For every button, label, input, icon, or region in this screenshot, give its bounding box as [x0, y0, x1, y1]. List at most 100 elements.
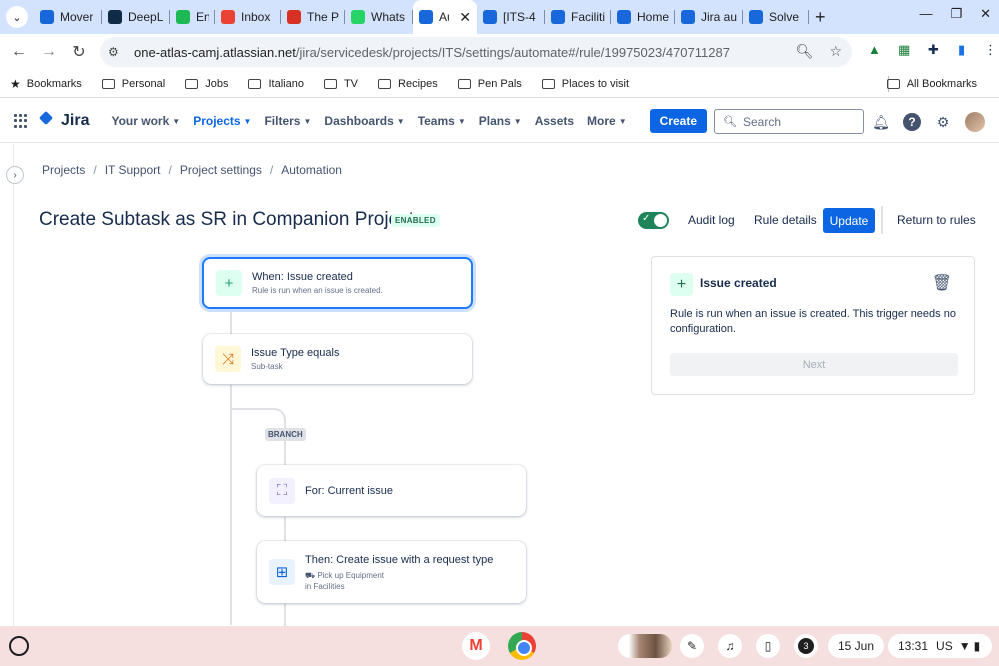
jira-logo[interactable]: Jira [39, 112, 89, 130]
tab-label: Home [637, 10, 669, 24]
search-input[interactable]: 🔍︎ Search [714, 109, 864, 134]
delete-trash-icon[interactable]: 🗑 [932, 273, 952, 293]
trigger-card[interactable]: + When: Issue created Rule is run when a… [202, 257, 473, 309]
reload-icon[interactable]: ↻ [64, 42, 94, 62]
nav-item-dashboards[interactable]: Dashboards ▼ [324, 114, 404, 128]
browser-tab[interactable]: Home [611, 0, 675, 34]
notification-count[interactable]: 3 [794, 634, 818, 658]
bookmark-label: Personal [121, 77, 166, 90]
rule-enabled-toggle[interactable]: ✓ [638, 212, 669, 229]
bookmark-item[interactable]: Pen Pals [457, 78, 522, 90]
tab-search-chevron-icon[interactable]: ⌄ [6, 6, 28, 28]
breadcrumb-automation[interactable]: Automation [281, 163, 342, 177]
help-icon[interactable]: ? [903, 113, 921, 131]
site-info-icon[interactable]: ⚙ [108, 45, 128, 59]
date-display[interactable]: 15 Jun [828, 634, 885, 658]
browser-tab[interactable]: DeepL [102, 0, 170, 34]
app-switcher-grid-icon[interactable] [14, 114, 28, 128]
bookmark-star-icon[interactable]: ☆ [829, 43, 842, 60]
tab-label: Mover [60, 10, 94, 24]
breadcrumb-it-support[interactable]: IT Support [105, 163, 161, 177]
phone-hub-icon[interactable]: ▯ [756, 634, 780, 658]
update-button[interactable]: Update [823, 208, 875, 233]
breadcrumb-project-settings[interactable]: Project settings [180, 163, 262, 177]
all-bookmarks[interactable]: All Bookmarks [886, 78, 977, 90]
nav-item-your-work[interactable]: Your work ▼ [111, 114, 180, 128]
action-card[interactable]: ⊞ Then: Create issue with a request type… [257, 541, 526, 603]
back-arrow-icon[interactable]: ← [4, 43, 34, 61]
branch-card[interactable]: ⛶ For: Current issue [257, 465, 526, 516]
browser-tab[interactable]: Au ✕ [413, 0, 477, 34]
forward-arrow-icon[interactable]: → [34, 43, 64, 61]
notifications-bell-icon[interactable]: 🔔︎ [872, 113, 890, 131]
create-button[interactable]: Create [649, 109, 707, 133]
nav-item-assets[interactable]: Assets [535, 114, 574, 128]
launcher-icon[interactable] [9, 636, 29, 656]
url-host: one-atlas-camj.atlassian.net [134, 44, 296, 60]
audit-log-button[interactable]: Audit log [688, 213, 735, 227]
tab-favicon-icon [221, 10, 235, 24]
browser-tab[interactable]: Faciliti [545, 0, 611, 34]
nav-item-plans[interactable]: Plans ▼ [479, 114, 522, 128]
bookmark-item[interactable]: Personal [101, 77, 166, 90]
browser-tab[interactable]: Solve [743, 0, 809, 34]
sheets-icon[interactable]: ▦ [898, 42, 910, 58]
expand-sidebar-chevron-icon[interactable]: › [6, 166, 24, 184]
bookmark-item[interactable]: Places to visit [541, 78, 629, 90]
bookmark-item[interactable]: Recipes [378, 78, 438, 90]
extensions-puzzle-icon[interactable]: ✚ [928, 42, 939, 58]
nav-item-label: Teams [417, 114, 455, 128]
condition-card[interactable]: ⤨ Issue Type equals Sub-task [203, 334, 472, 384]
stylus-pen-icon[interactable]: ✎ [680, 634, 704, 658]
gmail-app-icon[interactable]: M [462, 632, 490, 660]
bookmark-item[interactable]: Jobs [185, 78, 228, 90]
return-to-rules-button[interactable]: Return to rules [897, 213, 976, 227]
minimize-icon[interactable]: — [919, 6, 932, 22]
nav-item-teams[interactable]: Teams ▼ [418, 114, 466, 128]
media-playlist-icon[interactable]: ♫ [718, 634, 742, 658]
bookmark-item[interactable]: Italiano [248, 78, 304, 90]
action-project: in Facilities [305, 581, 345, 591]
close-window-icon[interactable]: ✕ [980, 6, 991, 22]
browser-tab[interactable]: [ITS-4 [477, 0, 545, 34]
browser-tab[interactable]: The Pr [281, 0, 345, 34]
url-text[interactable]: one-atlas-camj.atlassian.net/jira/servic… [134, 45, 730, 60]
chrome-menu-icon[interactable]: ⋮ [984, 42, 997, 58]
nav-item-filters[interactable]: Filters ▼ [264, 114, 311, 128]
browser-tab[interactable]: Mover [34, 0, 102, 34]
next-button[interactable]: Next [670, 353, 958, 376]
zoom-search-icon[interactable]: 🔍︎ [796, 43, 814, 60]
browser-tab[interactable]: Jira au [675, 0, 743, 34]
breadcrumb-projects[interactable]: Projects [42, 163, 85, 177]
restore-icon[interactable]: ❐ [950, 6, 962, 22]
chrome-app-icon[interactable] [508, 632, 536, 660]
branch-label: BRANCH [265, 428, 306, 441]
nav-item-projects[interactable]: Projects ▼ [193, 114, 251, 128]
shuffle-condition-icon: ⤨ [215, 346, 241, 372]
panel-title: Issue created [700, 276, 777, 290]
bookmark-item[interactable]: TV [323, 78, 358, 90]
browser-tab[interactable]: Whats [345, 0, 413, 34]
bookmark-item[interactable]: ★ Bookmarks [10, 77, 82, 91]
rule-title[interactable]: Create Subtask as SR in Companion Projec… [39, 209, 414, 231]
tab-favicon-icon [551, 10, 565, 24]
browser-tab-strip: ⌄ Mover DeepL En Inbox The Pr Whats Au ✕ [ITS-4 F… [0, 0, 999, 34]
nav-item-more[interactable]: More ▼ [587, 114, 627, 128]
profile-icon[interactable]: ▮ [958, 42, 965, 58]
bookmarks-bar: ★ Bookmarks Personal Jobs Italiano TV Recipes P… [0, 70, 999, 98]
tab-label: DeepL [128, 10, 164, 24]
browser-tab[interactable]: En [170, 0, 215, 34]
new-tab-plus-icon[interactable]: + [815, 7, 826, 28]
holding-space-avatars[interactable] [618, 634, 672, 658]
drive-icon[interactable]: ▲ [868, 42, 881, 57]
action-title: Then: Create issue with a request type [305, 553, 494, 566]
rule-details-button[interactable]: Rule details [754, 213, 817, 227]
user-avatar[interactable] [965, 112, 985, 132]
chevron-down-icon: ▼ [303, 116, 312, 126]
close-tab-icon[interactable]: ✕ [459, 9, 471, 26]
status-tray[interactable]: 13:31 US ▼ ▮ [888, 634, 992, 658]
browser-tab[interactable]: Inbox [215, 0, 281, 34]
settings-gear-icon[interactable]: ⚙ [934, 113, 952, 131]
address-bar[interactable]: ⚙ one-atlas-camj.atlassian.net/jira/serv… [100, 37, 852, 67]
automation-page: › Projects / IT Support / Project settin… [0, 144, 999, 626]
